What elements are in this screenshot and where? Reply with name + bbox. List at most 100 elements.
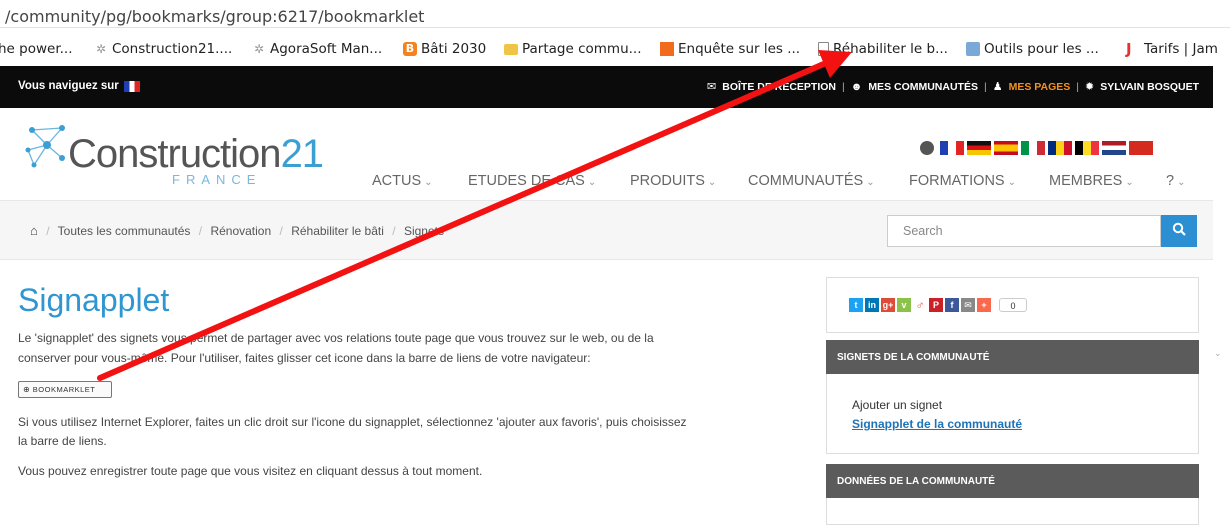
flag-fr-icon[interactable] bbox=[940, 141, 964, 155]
nav-etudes-de-cas[interactable]: ETUDES DE CAS ⌄ bbox=[468, 173, 596, 189]
scroll-down-icon[interactable]: ⌄ bbox=[1214, 348, 1222, 359]
intro-text-line: Le 'signapplet' des signets vous permet … bbox=[18, 331, 654, 345]
breadcrumb-item[interactable]: Réhabiliter le bâti bbox=[291, 224, 384, 238]
chevron-down-icon: ⌄ bbox=[1125, 177, 1134, 188]
search-input[interactable]: Search bbox=[887, 215, 1161, 247]
communities-icon: ☻ bbox=[850, 80, 863, 93]
logo-wordmark: Construction21 bbox=[68, 132, 324, 176]
bookmark-item[interactable]: Réhabiliter le b... bbox=[818, 38, 948, 60]
separator: | bbox=[1076, 80, 1079, 93]
bookmark-label: Enquête sur les ... bbox=[678, 41, 801, 57]
page-icon bbox=[818, 42, 829, 56]
nav-membres[interactable]: MEMBRES ⌄ bbox=[1049, 173, 1134, 189]
url-text: /community/pg/bookmarks/group:6217/bookm… bbox=[5, 7, 425, 26]
bookmark-item[interactable]: J Tarifs | Jam bbox=[1126, 38, 1218, 60]
email-icon[interactable]: ✉ bbox=[961, 298, 975, 312]
bookmark-item[interactable]: he power... bbox=[0, 38, 73, 60]
construction21-icon: ✲ bbox=[95, 42, 107, 56]
separator: | bbox=[842, 80, 845, 93]
community-signapplet-link[interactable]: Signapplet de la communauté bbox=[852, 417, 1022, 431]
envelope-icon: ✉ bbox=[707, 81, 717, 93]
breadcrumb-item[interactable]: Toutes les communautés bbox=[58, 224, 191, 238]
breadcrumb: ⌂ / Toutes les communautés / Rénovation … bbox=[30, 223, 444, 238]
france-flag-icon[interactable] bbox=[123, 80, 140, 92]
bookmark-item[interactable]: Partage commu... bbox=[504, 38, 642, 60]
user-icon: ♟ bbox=[992, 81, 1003, 93]
breadcrumb-current: Signets bbox=[403, 224, 444, 238]
home-icon[interactable]: ⌂ bbox=[30, 223, 38, 238]
flag-it-icon[interactable] bbox=[1021, 141, 1045, 155]
nav-formations[interactable]: FORMATIONS ⌄ bbox=[909, 173, 1016, 189]
twitter-icon[interactable]: t bbox=[849, 298, 863, 312]
my-pages-link[interactable]: MES PAGES bbox=[1009, 81, 1071, 93]
nav-communautes[interactable]: COMMUNAUTÉS ⌄ bbox=[748, 173, 875, 189]
nav-actus[interactable]: ACTUS ⌄ bbox=[372, 173, 433, 189]
save-anytime-text: Vous pouvez enregistrer toute page que v… bbox=[18, 464, 483, 478]
browsing-label: Vous naviguez sur bbox=[18, 80, 119, 92]
community-data-body bbox=[826, 498, 1199, 525]
bookmarklet-button[interactable]: ⊕ BOOKMARKLET bbox=[18, 381, 112, 398]
separator: | bbox=[983, 80, 987, 93]
main-nav: ACTUS ⌄ ETUDES DE CAS ⌄ PRODUITS ⌄ COMMUNAU… bbox=[0, 173, 1213, 193]
bookmark-label: AgoraSoft Man... bbox=[270, 41, 383, 57]
chevron-down-icon: ⌄ bbox=[1007, 177, 1016, 188]
nav-help[interactable]: ? ⌄ bbox=[1166, 173, 1185, 189]
j-icon: J bbox=[1126, 40, 1132, 58]
add-bookmark-text[interactable]: Ajouter un signet bbox=[852, 398, 942, 412]
googleplus-icon[interactable]: g+ bbox=[881, 298, 895, 312]
share-panel: t in g+ v ♂ P f ✉ + 0 bbox=[826, 277, 1199, 333]
chevron-down-icon: ⌄ bbox=[1177, 177, 1186, 188]
globe-icon[interactable] bbox=[920, 141, 934, 155]
language-flags bbox=[920, 141, 1153, 155]
survey-icon bbox=[660, 42, 674, 56]
address-bar[interactable]: /community/pg/bookmarks/group:6217/bookm… bbox=[0, 0, 1230, 28]
bookmark-label: Outils pour les ... bbox=[984, 41, 1099, 57]
inbox-link[interactable]: BOÎTE DE RÉCEPTION bbox=[722, 81, 836, 93]
delicious-icon[interactable]: ♂ bbox=[913, 298, 927, 312]
search-button[interactable] bbox=[1161, 215, 1197, 247]
search-icon bbox=[1172, 222, 1186, 236]
chevron-down-icon: ⌄ bbox=[866, 177, 875, 188]
chevron-down-icon: ⌄ bbox=[587, 177, 597, 188]
bookmark-label: Tarifs | Jam bbox=[1144, 41, 1218, 57]
pinterest-icon[interactable]: P bbox=[929, 298, 943, 312]
breadcrumb-band: ⌂ / Toutes les communautés / Rénovation … bbox=[0, 200, 1213, 260]
bookmark-item[interactable]: B Bâti 2030 bbox=[403, 38, 486, 60]
flag-de-icon[interactable] bbox=[967, 141, 991, 155]
bookmark-item[interactable]: Outils pour les ... bbox=[966, 38, 1099, 60]
page-title: Signapplet bbox=[18, 282, 170, 318]
community-data-header: DONNÉES DE LA COMMUNAUTÉ bbox=[826, 464, 1199, 498]
bookmarklet-icon: ⊕ bbox=[23, 385, 31, 394]
flag-nl-icon[interactable] bbox=[1102, 141, 1126, 155]
folder-icon bbox=[504, 43, 518, 55]
breadcrumb-item[interactable]: Rénovation bbox=[210, 224, 271, 238]
bookmark-item[interactable]: Enquête sur les ... bbox=[660, 38, 800, 60]
bookmarks-section-body bbox=[826, 374, 1199, 454]
flag-ro-icon[interactable] bbox=[1048, 141, 1072, 155]
chevron-down-icon: ⌄ bbox=[424, 177, 433, 188]
bookmarks-section-header: SIGNETS DE LA COMMUNAUTÉ bbox=[826, 340, 1199, 374]
intro-text-line: conserver pour vous-même. Pour l'utilise… bbox=[18, 351, 591, 365]
addthis-icon[interactable]: + bbox=[977, 298, 991, 312]
user-name-link[interactable]: SYLVAIN BOSQUET bbox=[1100, 81, 1199, 93]
ie-instructions-line: Si vous utilisez Internet Explorer, fait… bbox=[18, 415, 687, 429]
bookmark-item[interactable]: ✲ AgoraSoft Man... bbox=[252, 38, 382, 60]
bookmark-item[interactable]: ✲ Construction21.... bbox=[94, 38, 232, 60]
nav-produits[interactable]: PRODUITS ⌄ bbox=[630, 173, 716, 189]
bookmarks-bar: he power... ✲ Construction21.... ✲ Agora… bbox=[0, 38, 1230, 60]
bookmark-label: Partage commu... bbox=[522, 41, 642, 57]
flag-es-icon[interactable] bbox=[994, 141, 1018, 155]
site-top-bar: Vous naviguez sur ✉ BOÎTE DE RÉCEPTION |… bbox=[0, 66, 1213, 108]
viadeo-icon[interactable]: v bbox=[897, 298, 911, 312]
bookmark-label: Réhabiliter le b... bbox=[833, 41, 948, 57]
linkedin-icon[interactable]: in bbox=[865, 298, 879, 312]
tools-icon bbox=[966, 42, 980, 56]
flag-be-icon[interactable] bbox=[1075, 141, 1099, 155]
blogger-icon: B bbox=[403, 42, 417, 56]
search-placeholder: Search bbox=[903, 224, 943, 238]
flag-ma-icon[interactable] bbox=[1129, 141, 1153, 155]
facebook-icon[interactable]: f bbox=[945, 298, 959, 312]
construction21-icon: ✲ bbox=[253, 42, 265, 56]
my-communities-link[interactable]: MES COMMUNAUTÉS bbox=[868, 81, 978, 93]
chevron-down-icon: ⌄ bbox=[707, 177, 717, 188]
